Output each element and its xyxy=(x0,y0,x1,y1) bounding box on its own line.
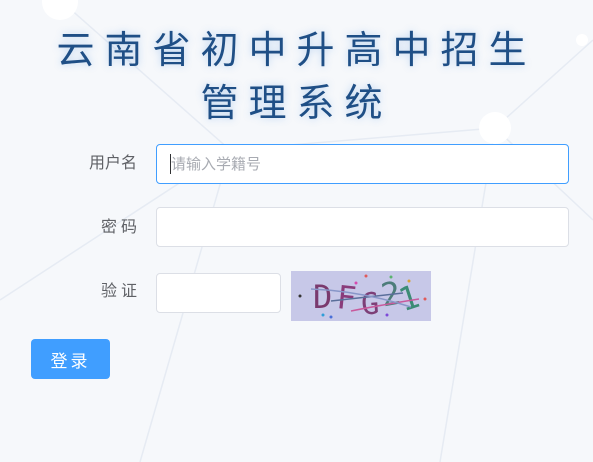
page-title-line-2: 管理系统 xyxy=(200,81,393,125)
captcha-input[interactable] xyxy=(156,273,281,313)
captcha-char: 1 xyxy=(394,277,424,319)
captcha-char: D xyxy=(313,278,332,316)
password-label: 密码 xyxy=(101,217,142,236)
username-label: 用户名 xyxy=(89,153,138,172)
captcha-label: 验证 xyxy=(101,281,142,300)
captcha-graphic: D F G 2 1 xyxy=(298,274,427,321)
captcha-image[interactable]: D F G 2 1 xyxy=(291,271,431,321)
page-title-line-1: 云南省初中升高中招生 xyxy=(56,28,537,72)
password-input[interactable] xyxy=(156,207,569,247)
login-button[interactable]: 登录 xyxy=(31,339,110,379)
text-cursor xyxy=(170,154,171,174)
captcha-char: G xyxy=(360,286,380,321)
username-input[interactable] xyxy=(156,144,569,184)
